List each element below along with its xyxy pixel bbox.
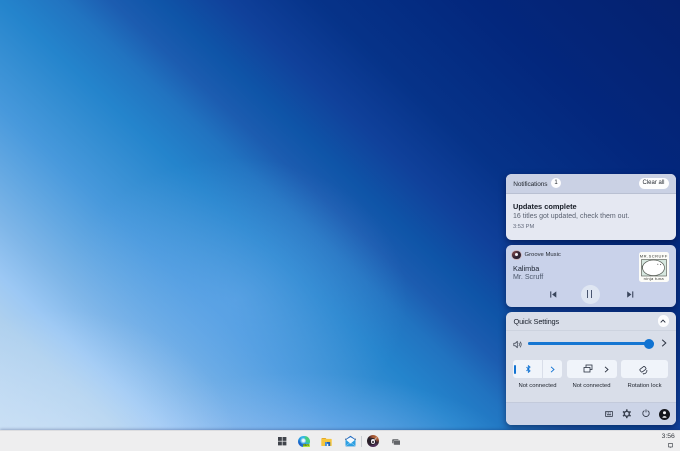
svg-text:MR.SCRUFF: MR.SCRUFF [639, 253, 667, 258]
svg-text:ninja tuna: ninja tuna [643, 276, 664, 281]
